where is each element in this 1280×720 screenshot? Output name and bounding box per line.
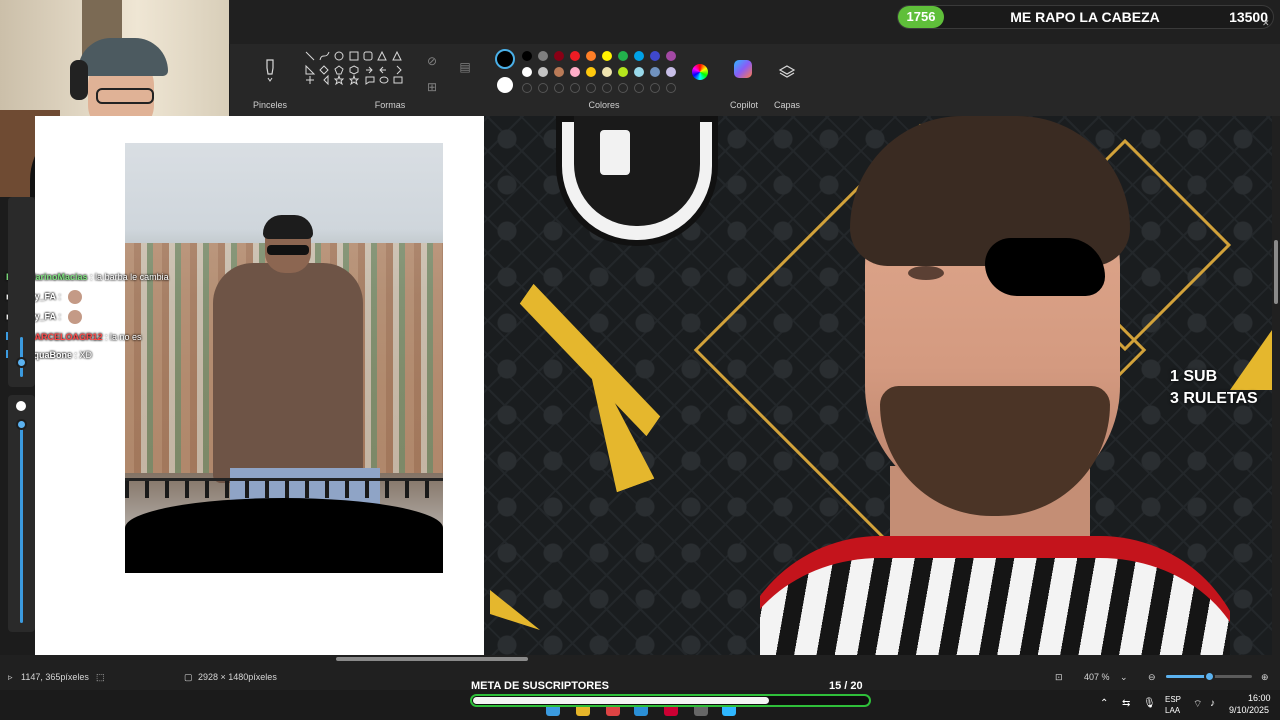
subs-goal-count: 15 / 20 (829, 680, 863, 692)
color-swatch[interactable] (570, 51, 580, 61)
active-color-secondary[interactable] (497, 77, 513, 93)
zoom-slider-thumb[interactable] (1204, 671, 1215, 682)
tray-chevron-icon[interactable]: ⌃ (1100, 698, 1108, 709)
brushes-group-label: Pinceles (252, 100, 288, 110)
color-swatch[interactable] (538, 51, 548, 61)
color-palette-row-1 (522, 51, 682, 63)
custom-color-slot[interactable] (538, 83, 548, 93)
drawn-black-scribble (985, 238, 1105, 296)
wifi-icon[interactable]: ⌔ (1193, 698, 1202, 711)
color-swatch[interactable] (538, 67, 548, 77)
custom-color-slot[interactable] (586, 83, 596, 93)
pasted-photo-footballer[interactable] (760, 116, 1230, 655)
custom-color-slot[interactable] (554, 83, 564, 93)
sub-roulette-overlay: 1 SUB 3 RULETAS (1170, 366, 1258, 410)
color-swatch[interactable] (554, 67, 564, 77)
shapes-gallery[interactable] (304, 50, 406, 94)
subs-goal-fill (473, 697, 769, 704)
sub-line: 1 SUB (1170, 368, 1218, 385)
status-bar: ▹ 1147, 365píxeles ⬚ ▢ 2928 × 1480píxele… (0, 663, 1280, 690)
cursor-icon: ▹ (8, 672, 13, 682)
opacity-slider[interactable] (8, 395, 35, 632)
brush-size-slider[interactable] (8, 197, 35, 387)
roulette-line: 3 RULETAS (1170, 390, 1258, 407)
subs-goal-label: META DE SUSCRIPTORES (471, 680, 609, 692)
vertical-scroll-thumb[interactable] (1274, 240, 1278, 304)
outline-icon[interactable]: ⊘ (420, 54, 444, 68)
zoom-value[interactable]: 407 % (1084, 672, 1110, 682)
color-picker-icon[interactable] (692, 64, 708, 80)
color-swatch[interactable] (602, 67, 612, 77)
keyboard-layout-indicator[interactable]: LAA (1165, 706, 1180, 715)
shape-options-icon[interactable]: ▤ (456, 60, 474, 74)
copilot-icon[interactable] (734, 60, 752, 78)
active-color-primary[interactable] (495, 49, 515, 69)
close-icon[interactable]: ✕ (1262, 18, 1270, 29)
volume-icon[interactable]: ♪ (1210, 698, 1215, 709)
emote-icon (67, 310, 82, 324)
selection-icon: ⬚ (96, 672, 105, 682)
goal-target-value: 13500 (1229, 9, 1268, 25)
chat-text: la barba le cambia (95, 272, 169, 282)
network-icon[interactable]: ⇆ (1122, 698, 1130, 709)
fit-to-window-icon[interactable]: ⊡ (1055, 672, 1063, 683)
chat-text: la no es (110, 332, 142, 342)
color-swatch[interactable] (570, 67, 580, 77)
emote-icon (67, 290, 82, 304)
pasted-photo-person-balcony[interactable] (125, 143, 443, 573)
horizontal-scroll-thumb[interactable] (336, 657, 528, 661)
custom-color-slot[interactable] (522, 83, 532, 93)
microphone-icon[interactable]: 🎙 (1143, 698, 1156, 709)
color-palette-row-2 (522, 67, 682, 79)
copilot-group-label: Copilot (729, 100, 758, 110)
zoom-out-icon[interactable]: ⊖ (1148, 672, 1156, 683)
goal-current-value: 1756 (898, 6, 944, 28)
clock-time[interactable]: 16:00 (1248, 693, 1271, 703)
custom-color-slot[interactable] (602, 83, 612, 93)
clock-date[interactable]: 9/10/2025 (1229, 705, 1269, 715)
shapes-group-label: Formas (374, 100, 406, 110)
color-swatch[interactable] (586, 51, 596, 61)
chat-username: MARCELOAGR12 (27, 332, 103, 342)
color-swatch[interactable] (522, 51, 532, 61)
custom-color-slot[interactable] (650, 83, 660, 93)
cursor-position: 1147, 365píxeles (21, 672, 89, 682)
color-swatch[interactable] (602, 51, 612, 61)
color-swatch[interactable] (634, 67, 644, 77)
fill-icon[interactable]: ⊞ (420, 80, 444, 94)
color-swatch[interactable] (554, 51, 564, 61)
zoom-dropdown-icon[interactable]: ⌄ (1120, 672, 1128, 683)
color-swatch[interactable] (650, 51, 660, 61)
color-swatch[interactable] (634, 51, 644, 61)
opacity-icon (16, 401, 26, 411)
vertical-scrollbar[interactable] (1272, 116, 1280, 655)
color-swatch[interactable] (522, 67, 532, 77)
goal-title: ME RAPO LA CABEZA (1010, 9, 1160, 25)
horizontal-scrollbar[interactable] (0, 655, 1280, 663)
canvas-size: 2928 × 1480píxeles (198, 672, 277, 682)
color-swatch[interactable] (666, 51, 676, 61)
chat-text: XD (79, 350, 93, 360)
color-palette-row-custom (522, 83, 682, 95)
canvas-size-icon: ▢ (184, 672, 193, 682)
layers-icon[interactable] (778, 64, 796, 83)
color-swatch[interactable] (666, 67, 676, 77)
color-swatch[interactable] (618, 67, 628, 77)
language-indicator[interactable]: ESP (1165, 695, 1181, 704)
color-swatch[interactable] (618, 51, 628, 61)
custom-color-slot[interactable] (666, 83, 676, 93)
zoom-in-icon[interactable]: ⊕ (1261, 672, 1269, 683)
custom-color-slot[interactable] (634, 83, 644, 93)
layers-group-label: Capas (773, 100, 800, 110)
color-swatch[interactable] (650, 67, 660, 77)
slider-thumb[interactable] (16, 357, 27, 368)
brush-icon[interactable] (262, 58, 278, 82)
custom-color-slot[interactable] (618, 83, 628, 93)
colors-group-label: Colores (588, 100, 620, 110)
color-swatch[interactable] (586, 67, 596, 77)
slider-thumb[interactable] (16, 419, 27, 430)
custom-color-slot[interactable] (570, 83, 580, 93)
